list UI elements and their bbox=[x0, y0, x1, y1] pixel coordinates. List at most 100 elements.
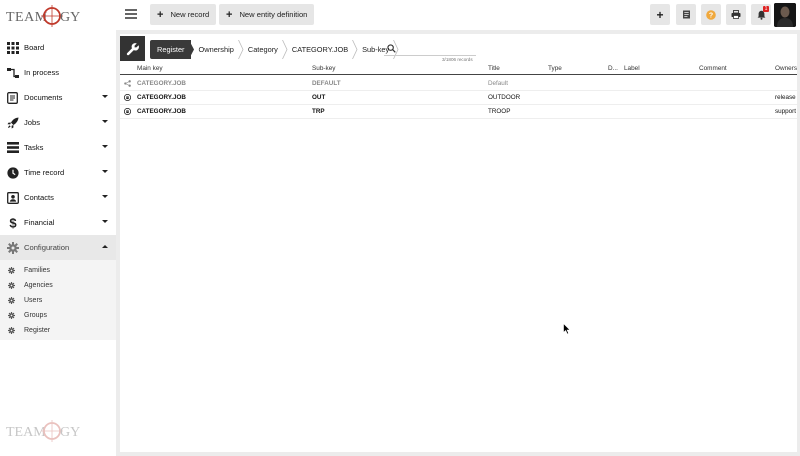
sidebar-item-label: Documents bbox=[24, 93, 63, 102]
cell-title: OUTDOOR bbox=[488, 94, 521, 101]
svg-text:GY: GY bbox=[60, 10, 80, 25]
sidebar-item-documents[interactable]: Documents bbox=[0, 85, 116, 110]
cell-main-key: CATEGORY.JOB bbox=[137, 108, 186, 115]
cell-owners: release bbox=[775, 94, 796, 101]
chevron-down-icon bbox=[102, 95, 108, 98]
cell-title: Default bbox=[488, 80, 508, 87]
notes-button[interactable] bbox=[676, 4, 696, 25]
column-header-type[interactable]: Type bbox=[548, 65, 562, 72]
gear-icon bbox=[8, 282, 15, 289]
chevron-down-icon bbox=[102, 195, 108, 198]
table-header: Main key Sub-key Title Type D... Label C… bbox=[120, 64, 797, 75]
gear-icon bbox=[8, 312, 15, 319]
submenu-item-label: Families bbox=[24, 267, 51, 274]
sidebar-item-label: Board bbox=[24, 43, 45, 52]
sidebar-item-financial[interactable]: $ Financial bbox=[0, 210, 116, 235]
column-header-owners[interactable]: Owners bbox=[775, 65, 797, 72]
submenu-item-register[interactable]: Register bbox=[0, 323, 116, 338]
chevron-up-icon bbox=[102, 245, 108, 248]
sidebar-item-tasks[interactable]: Tasks bbox=[0, 135, 116, 160]
column-header-title[interactable]: Title bbox=[488, 65, 500, 72]
help-icon: ? bbox=[706, 9, 716, 20]
column-header-sub-key[interactable]: Sub-key bbox=[312, 65, 335, 72]
table-row[interactable]: CATEGORY.JOB DEFAULT Default bbox=[120, 77, 797, 91]
submenu-item-users[interactable]: Users bbox=[0, 293, 116, 308]
breadcrumb-item[interactable]: Category bbox=[240, 40, 288, 59]
entity-tool-button[interactable] bbox=[120, 36, 145, 61]
chevron-down-icon bbox=[102, 170, 108, 173]
new-entity-definition-label: New entity definition bbox=[239, 10, 308, 19]
chevron-down-icon bbox=[102, 120, 108, 123]
breadcrumb: Register Ownership Category CATEGORY.JOB Sub… bbox=[150, 40, 399, 59]
breadcrumb-item[interactable]: CATEGORY.JOB bbox=[284, 40, 358, 59]
record-count: 3/1806 records bbox=[442, 57, 473, 62]
table-row[interactable]: CATEGORY.JOB TRP TROOP support bbox=[120, 105, 797, 119]
sidebar-nav: Board In process Documents Jobs Tasks Time re… bbox=[0, 35, 116, 340]
submenu-item-groups[interactable]: Groups bbox=[0, 308, 116, 323]
sidebar-item-contacts[interactable]: Contacts bbox=[0, 185, 116, 210]
breadcrumb-label: Register bbox=[157, 45, 185, 54]
submenu-item-label: Agencies bbox=[24, 282, 53, 289]
column-header-comment[interactable]: Comment bbox=[699, 65, 727, 72]
mouse-cursor-icon bbox=[563, 323, 571, 335]
cell-owners: support bbox=[775, 108, 797, 115]
plus-icon: + bbox=[157, 8, 164, 21]
svg-text:$: $ bbox=[9, 216, 17, 229]
cell-main-key: CATEGORY.JOB bbox=[137, 94, 186, 101]
table-row[interactable]: CATEGORY.JOB OUT OUTDOOR release bbox=[120, 91, 797, 105]
document-icon bbox=[6, 91, 19, 104]
sidebar-item-board[interactable]: Board bbox=[0, 35, 116, 60]
column-header-d[interactable]: D... bbox=[608, 65, 618, 72]
help-button[interactable]: ? bbox=[701, 4, 721, 25]
new-record-label: New record bbox=[170, 10, 210, 19]
chevron-down-icon bbox=[102, 220, 108, 223]
submenu-item-label: Groups bbox=[24, 312, 47, 319]
cell-sub-key: OUT bbox=[312, 94, 326, 101]
dollar-icon: $ bbox=[6, 216, 19, 229]
teamology-logo-footer: TEAM GY bbox=[6, 420, 80, 442]
tasks-icon bbox=[6, 141, 19, 154]
add-button[interactable]: + bbox=[650, 4, 670, 25]
print-button[interactable] bbox=[726, 4, 746, 25]
share-icon bbox=[124, 80, 131, 87]
user-avatar[interactable] bbox=[774, 3, 796, 27]
column-header-main-key[interactable]: Main key bbox=[137, 65, 163, 72]
avatar-image bbox=[774, 3, 796, 27]
sidebar-item-jobs[interactable]: Jobs bbox=[0, 110, 116, 135]
sidebar-item-label: Financial bbox=[24, 218, 55, 227]
new-record-button[interactable]: + New record bbox=[150, 4, 217, 25]
search-icon bbox=[387, 44, 396, 53]
search-field[interactable] bbox=[384, 42, 476, 56]
breadcrumb-label: Ownership bbox=[198, 45, 234, 54]
flow-icon bbox=[6, 66, 19, 79]
clock-icon bbox=[6, 166, 19, 179]
notifications-button[interactable]: 1 bbox=[751, 4, 771, 25]
new-entity-definition-button[interactable]: + New entity definition bbox=[219, 4, 315, 25]
cell-title: TROOP bbox=[488, 108, 511, 115]
teamology-logo[interactable]: TEAM GY bbox=[5, 3, 80, 29]
breadcrumb-label: CATEGORY.JOB bbox=[291, 45, 349, 54]
submenu-item-families[interactable]: Families bbox=[0, 263, 116, 278]
gear-icon bbox=[8, 267, 15, 274]
svg-text:GY: GY bbox=[60, 425, 80, 440]
sidebar-item-configuration[interactable]: Configuration bbox=[0, 235, 116, 260]
breadcrumb-item[interactable]: Register bbox=[150, 40, 194, 59]
notification-badge: 1 bbox=[763, 6, 769, 12]
rocket-icon bbox=[6, 116, 19, 129]
sidebar-item-in-process[interactable]: In process bbox=[0, 60, 116, 85]
wrench-icon bbox=[126, 42, 139, 55]
printer-icon bbox=[731, 10, 741, 19]
svg-text:TEAM: TEAM bbox=[6, 10, 48, 25]
column-header-label[interactable]: Label bbox=[624, 65, 640, 72]
main-panel: Register Ownership Category CATEGORY.JOB Sub… bbox=[120, 34, 797, 452]
svg-text:?: ? bbox=[709, 12, 713, 19]
chevron-down-icon bbox=[102, 145, 108, 148]
breadcrumb-item[interactable]: Ownership bbox=[191, 40, 244, 59]
submenu-item-label: Register bbox=[24, 327, 51, 334]
sidebar-item-time-record[interactable]: Time record bbox=[0, 160, 116, 185]
menu-toggle-icon[interactable] bbox=[125, 9, 137, 20]
grid-icon bbox=[6, 41, 19, 54]
submenu-item-agencies[interactable]: Agencies bbox=[0, 278, 116, 293]
sidebar-item-label: Contacts bbox=[24, 193, 54, 202]
submenu-item-label: Users bbox=[24, 297, 43, 304]
